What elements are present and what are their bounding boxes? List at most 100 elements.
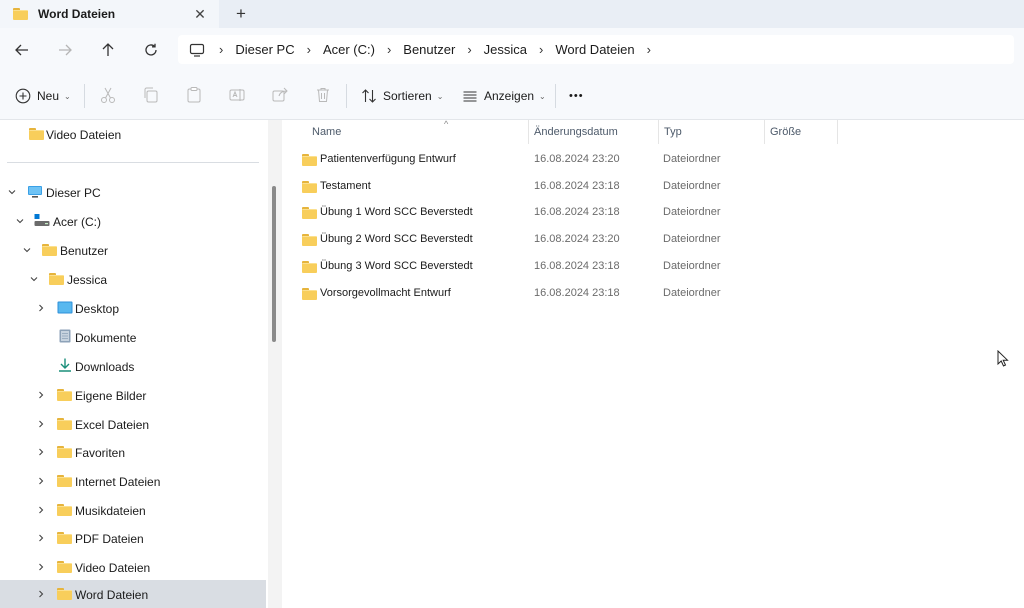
address-bar[interactable]: › Dieser PC › Acer (C:) › Benutzer › Jes… (178, 35, 1014, 64)
breadcrumb-benutzer[interactable]: Benutzer (403, 42, 455, 57)
tree-item-favoriten[interactable]: Favoriten (0, 438, 266, 466)
cut-icon[interactable] (99, 86, 117, 104)
file-row[interactable]: Übung 3 Word SCC Beverstedt 16.08.2024 2… (296, 254, 1016, 280)
address-row: › Dieser PC › Acer (C:) › Benutzer › Jes… (0, 28, 1024, 72)
share-icon[interactable] (271, 86, 289, 104)
breadcrumb-jessica[interactable]: Jessica (484, 42, 527, 57)
breadcrumb-acer-c[interactable]: Acer (C:) (323, 42, 375, 57)
chevron-right-icon[interactable] (36, 533, 46, 543)
chevron-right-icon[interactable]: › (467, 42, 471, 57)
tree-item-dieser-pc[interactable]: Dieser PC (0, 178, 266, 206)
file-row[interactable]: Übung 2 Word SCC Beverstedt 16.08.2024 2… (296, 227, 1016, 253)
column-divider[interactable] (528, 120, 529, 144)
breadcrumb-word-dateien[interactable]: Word Dateien (555, 42, 634, 57)
folder-icon (57, 532, 72, 544)
file-date: 16.08.2024 23:18 (534, 287, 620, 299)
file-date: 16.08.2024 23:18 (534, 180, 620, 192)
column-divider[interactable] (658, 120, 659, 144)
folder-icon (302, 154, 317, 166)
file-date: 16.08.2024 23:20 (534, 153, 620, 165)
new-button-label: Neu (37, 89, 60, 103)
tree-item-dokumente[interactable]: Dokumente (0, 323, 266, 351)
more-options-button[interactable]: ••• (569, 86, 584, 106)
chevron-down-icon[interactable] (29, 274, 39, 284)
delete-icon[interactable] (314, 86, 332, 104)
column-divider[interactable] (837, 120, 838, 144)
divider (84, 84, 85, 108)
refresh-button[interactable] (141, 40, 161, 60)
tree-item-musikdateien[interactable]: Musikdateien (0, 496, 266, 524)
new-button[interactable]: Neu ⌄ (15, 86, 71, 106)
chevron-right-icon[interactable] (36, 562, 46, 572)
chevron-right-icon[interactable] (36, 390, 46, 400)
chevron-right-icon[interactable] (36, 447, 46, 457)
chevron-right-icon[interactable] (36, 419, 46, 429)
documents-icon (59, 329, 71, 343)
forward-button[interactable] (55, 40, 75, 60)
tree-item-desktop[interactable]: Desktop (0, 294, 266, 322)
drive-icon (34, 214, 50, 226)
column-header-date[interactable]: Änderungsdatum (534, 120, 658, 144)
chevron-right-icon[interactable]: › (539, 42, 543, 57)
rename-icon[interactable] (228, 86, 246, 104)
column-divider[interactable] (764, 120, 765, 144)
tree-item-label: Favoriten (75, 446, 126, 460)
arrow-left-icon (15, 44, 28, 56)
copy-icon[interactable] (142, 86, 160, 104)
column-header-label: Änderungsdatum (534, 126, 618, 138)
file-date: 16.08.2024 23:18 (534, 206, 620, 218)
file-row[interactable]: Übung 1 Word SCC Beverstedt 16.08.2024 2… (296, 200, 1016, 226)
tree-item-benutzer[interactable]: Benutzer (0, 236, 266, 264)
mouse-cursor-icon (997, 350, 1009, 367)
file-name: Patientenverfügung Entwurf (320, 153, 456, 165)
close-tab-icon[interactable]: ✕ (191, 6, 209, 22)
column-header-size[interactable]: Größe (770, 120, 836, 144)
desktop-icon (57, 301, 73, 314)
up-button[interactable] (98, 40, 118, 60)
tree-item-pdf-dateien[interactable]: PDF Dateien (0, 524, 266, 552)
chevron-right-icon[interactable]: › (387, 42, 391, 57)
arrow-right-icon (59, 44, 72, 56)
breadcrumb-dieser-pc[interactable]: Dieser PC (235, 42, 294, 57)
chevron-right-icon[interactable] (36, 505, 46, 515)
column-header-name[interactable]: Name ^ (312, 119, 528, 144)
chevron-down-icon[interactable] (15, 216, 25, 226)
file-row[interactable]: Testament 16.08.2024 23:18 Dateiordner (296, 174, 1016, 200)
chevron-right-icon[interactable]: › (647, 42, 651, 57)
paste-icon[interactable] (185, 86, 203, 104)
folder-icon (302, 181, 317, 193)
view-button[interactable]: Anzeigen ⌄ (462, 86, 546, 106)
tree-item-word-dateien[interactable]: Word Dateien (0, 580, 266, 608)
quick-access-item-video-dateien[interactable]: Video Dateien (0, 120, 266, 148)
tree-item-label: Video Dateien (46, 128, 122, 142)
tree-item-label: Dieser PC (46, 186, 101, 200)
tree-item-acer-c[interactable]: Acer (C:) (0, 207, 266, 235)
file-name: Vorsorgevollmacht Entwurf (320, 287, 451, 299)
chevron-right-icon[interactable]: › (307, 42, 311, 57)
tree-item-eigene-bilder[interactable]: Eigene Bilder (0, 381, 266, 409)
back-button[interactable] (12, 40, 32, 60)
folder-icon (57, 446, 72, 458)
navigation-pane: Video Dateien Dieser PC Acer (C:) Benutz… (0, 120, 267, 608)
file-type: Dateiordner (663, 206, 721, 218)
column-header-type[interactable]: Typ (664, 120, 764, 144)
chevron-right-icon[interactable] (36, 476, 46, 486)
chevron-down-icon[interactable] (7, 187, 17, 197)
file-row[interactable]: Patientenverfügung Entwurf 16.08.2024 23… (296, 147, 1016, 173)
tree-item-internet-dateien[interactable]: Internet Dateien (0, 467, 266, 495)
sidebar-scrollbar-thumb[interactable] (272, 186, 276, 342)
chevron-right-icon[interactable] (36, 303, 46, 313)
tree-item-video-dateien[interactable]: Video Dateien (0, 553, 266, 581)
file-row[interactable]: Vorsorgevollmacht Entwurf 16.08.2024 23:… (296, 281, 1016, 307)
tab-word-dateien[interactable]: Word Dateien ✕ (0, 0, 219, 28)
tree-item-downloads[interactable]: Downloads (0, 352, 266, 380)
chevron-down-icon[interactable] (22, 245, 32, 255)
folder-icon (13, 8, 28, 20)
folder-icon (302, 261, 317, 273)
sort-button[interactable]: Sortieren ⌄ (361, 86, 443, 106)
chevron-right-icon[interactable] (36, 589, 46, 599)
new-tab-button[interactable]: + (232, 4, 250, 23)
tree-item-excel-dateien[interactable]: Excel Dateien (0, 410, 266, 438)
view-button-label: Anzeigen (484, 89, 535, 103)
tree-item-jessica[interactable]: Jessica (0, 265, 266, 293)
